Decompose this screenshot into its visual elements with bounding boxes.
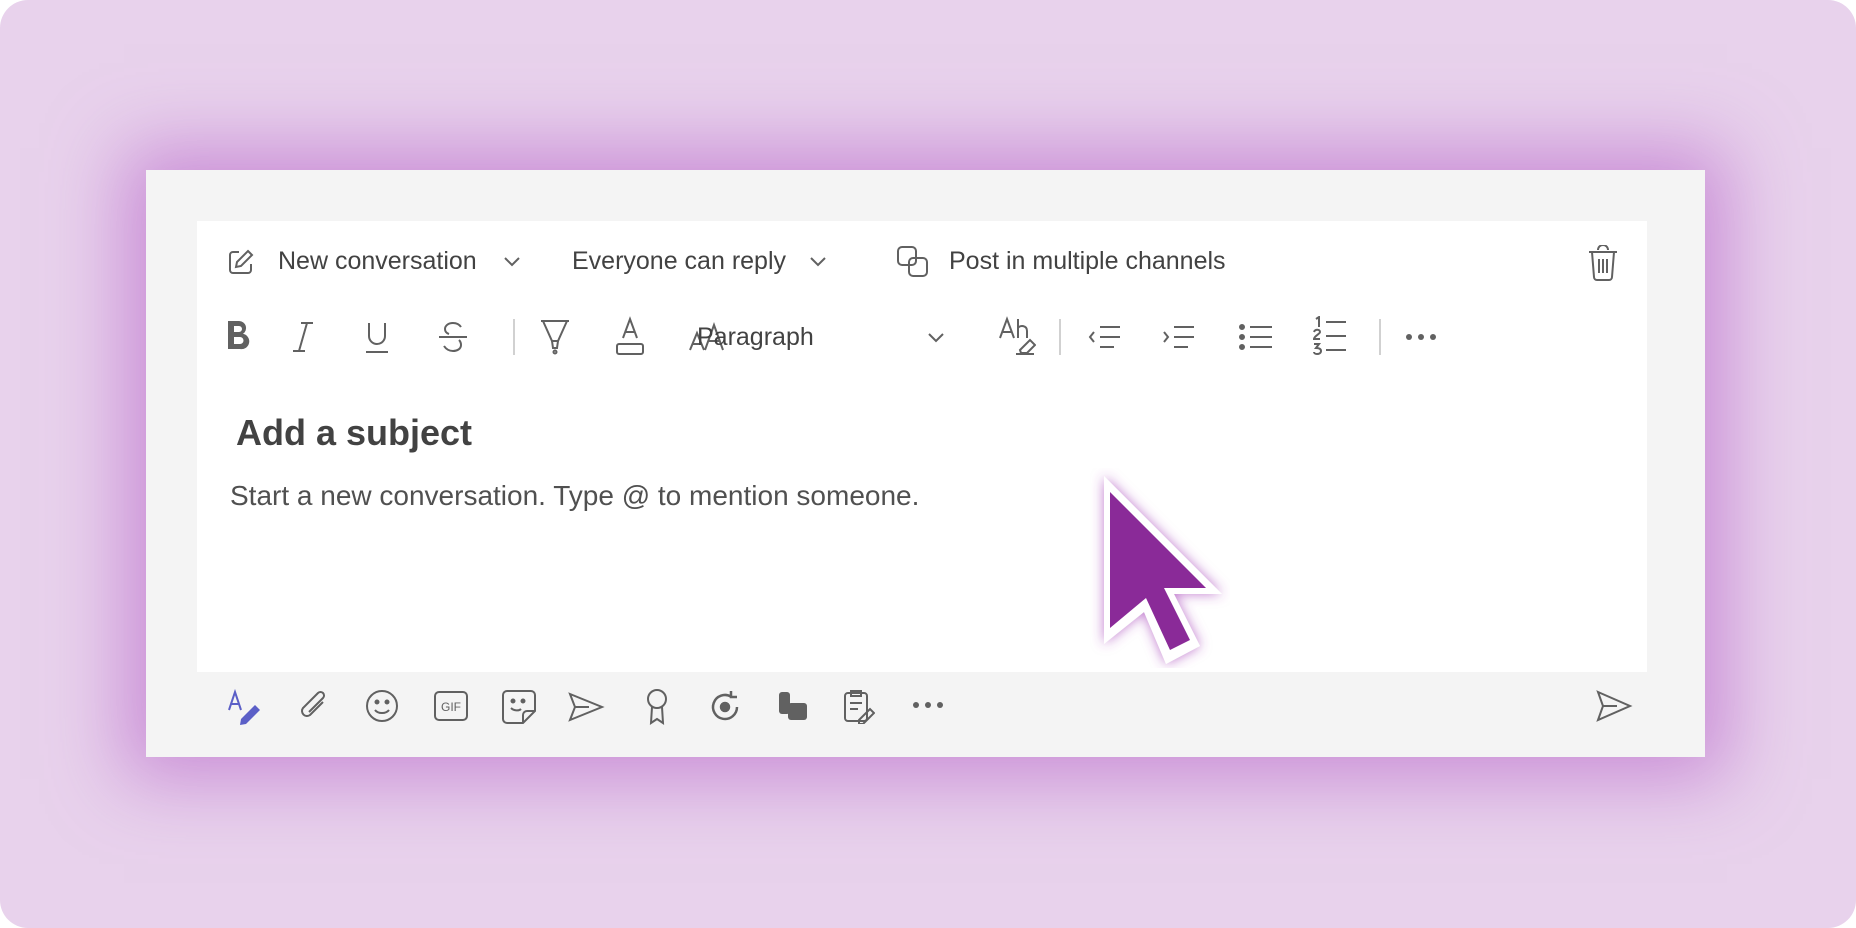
svg-text:GIF: GIF xyxy=(441,700,461,714)
compose-window: New conversation Everyone can reply Post… xyxy=(146,170,1705,757)
emoji-icon[interactable] xyxy=(363,687,401,725)
toolbar-divider xyxy=(1379,319,1381,355)
backdrop: New conversation Everyone can reply Post… xyxy=(0,0,1856,928)
message-input[interactable]: Start a new conversation. Type @ to ment… xyxy=(230,479,919,513)
paragraph-dropdown[interactable]: Paragraph xyxy=(697,322,814,352)
increase-indent-icon[interactable] xyxy=(1159,317,1197,357)
new-conversation-label[interactable]: New conversation xyxy=(278,246,477,276)
clear-formatting-icon[interactable] xyxy=(997,315,1037,357)
approvals-icon[interactable] xyxy=(840,687,876,725)
more-icon[interactable] xyxy=(910,695,946,715)
numbered-list-icon[interactable] xyxy=(1311,314,1349,358)
gif-icon[interactable]: GIF xyxy=(432,688,470,724)
compose-icon[interactable] xyxy=(226,247,256,277)
praise-icon[interactable] xyxy=(640,686,674,726)
chevron-down-icon[interactable] xyxy=(808,252,828,272)
send-icon[interactable] xyxy=(1594,687,1634,725)
bold-icon[interactable] xyxy=(222,315,254,355)
strikethrough-icon[interactable] xyxy=(436,317,470,357)
compose-card: New conversation Everyone can reply Post… xyxy=(197,221,1647,672)
bulleted-list-icon[interactable] xyxy=(1237,317,1275,357)
italic-icon[interactable] xyxy=(287,317,319,357)
font-color-icon[interactable] xyxy=(613,315,647,357)
toolbar-divider xyxy=(513,319,515,355)
sticker-icon[interactable] xyxy=(500,688,538,726)
more-icon[interactable] xyxy=(1403,325,1439,349)
stream-icon[interactable] xyxy=(774,687,812,725)
trash-icon[interactable] xyxy=(1586,244,1620,282)
reply-setting-label[interactable]: Everyone can reply xyxy=(572,246,786,276)
mouse-pointer-icon xyxy=(1090,468,1230,673)
schedule-meeting-icon[interactable] xyxy=(566,690,606,724)
subject-input[interactable]: Add a subject xyxy=(236,411,472,455)
format-icon[interactable] xyxy=(226,687,266,727)
underline-icon[interactable] xyxy=(361,317,393,357)
attach-icon[interactable] xyxy=(296,687,332,725)
highlight-icon[interactable] xyxy=(537,315,573,357)
toolbar-divider xyxy=(1059,319,1061,355)
decrease-indent-icon[interactable] xyxy=(1085,317,1123,357)
loop-icon[interactable] xyxy=(706,688,744,726)
multiple-channels-icon[interactable] xyxy=(895,244,931,280)
chevron-down-icon[interactable] xyxy=(926,328,946,348)
chevron-down-icon[interactable] xyxy=(502,252,522,272)
post-multiple-channels-label[interactable]: Post in multiple channels xyxy=(949,246,1226,276)
